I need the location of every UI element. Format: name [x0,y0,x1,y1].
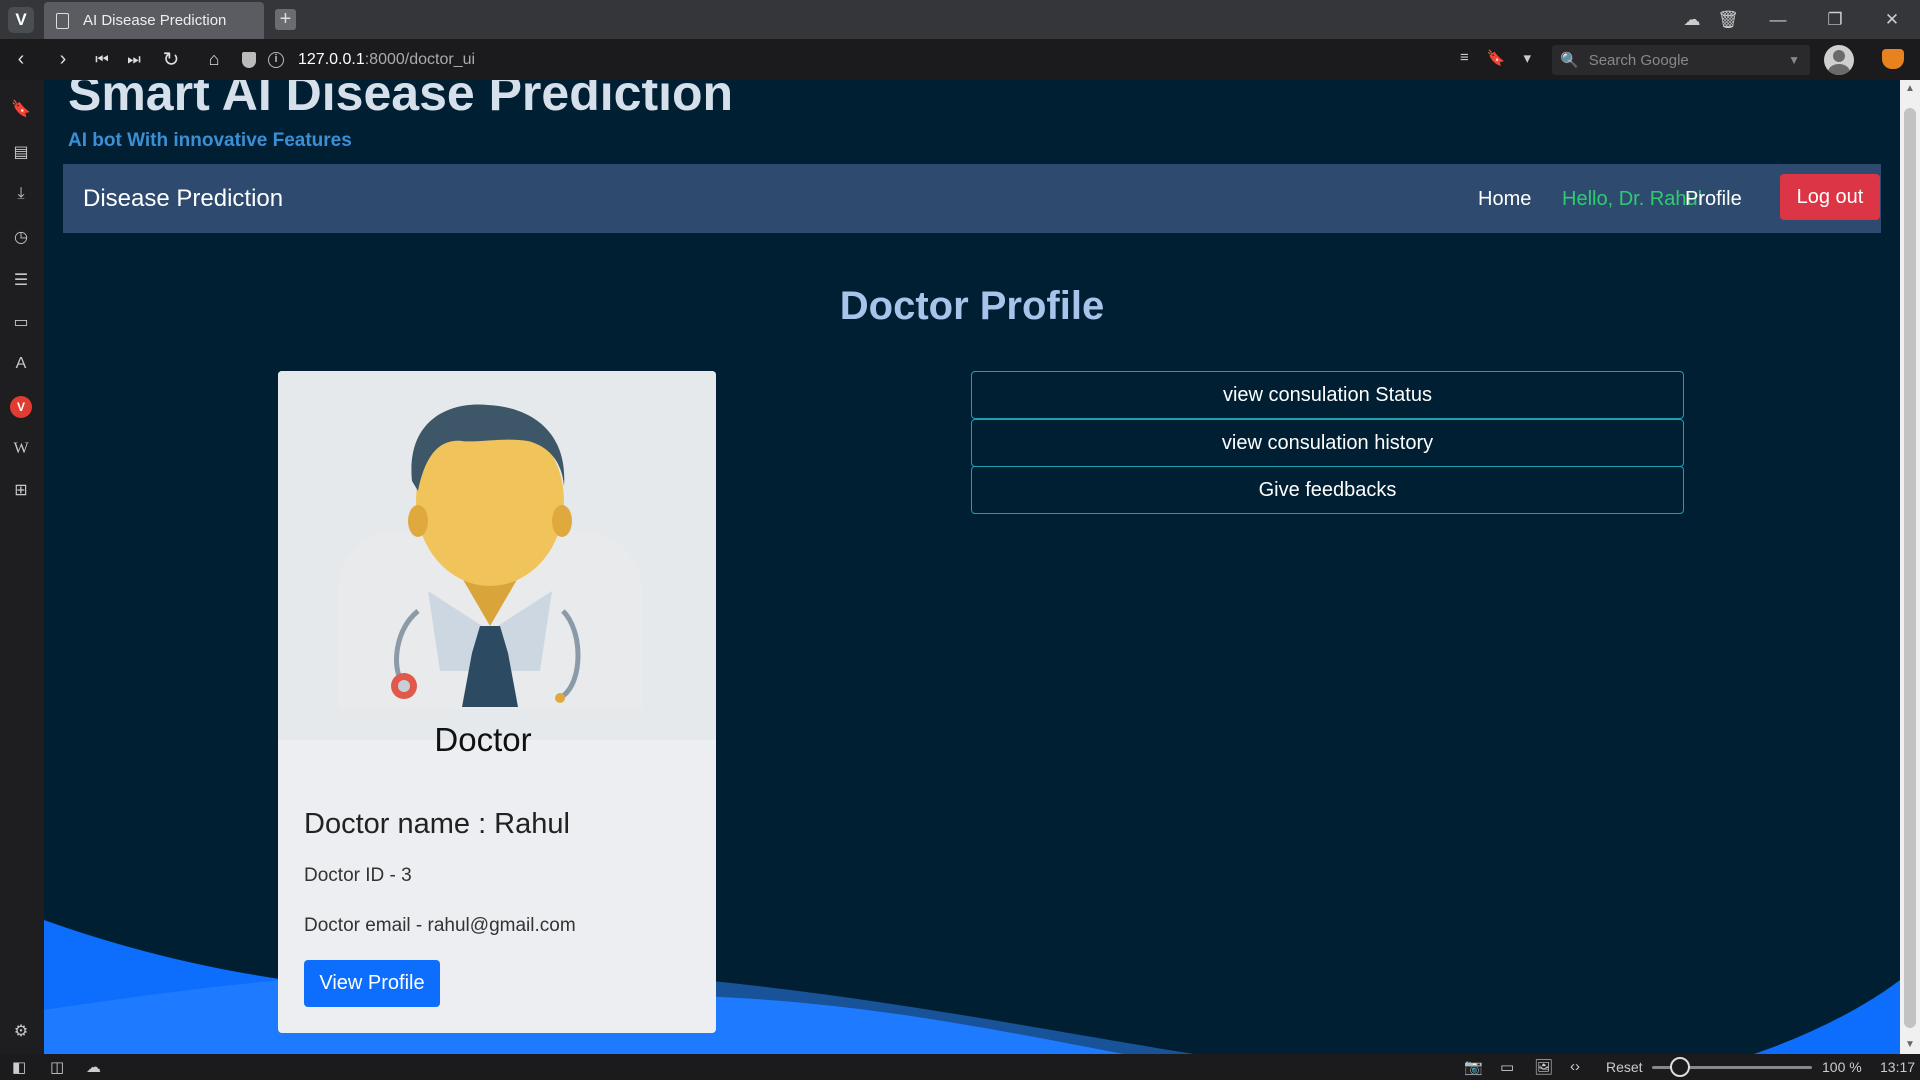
wikipedia-panel-icon[interactable]: W [10,438,32,460]
downloads-icon[interactable]: ⤓ [10,183,32,205]
search-placeholder: Search Google [1588,51,1689,69]
search-field[interactable]: 🔍 Search Google ▼ [1552,45,1810,75]
url-path: :8000/doctor_ui [364,50,476,68]
doctor-name: Doctor name : Rahul [304,808,570,840]
cloud-sync-icon[interactable]: ☁ [1672,0,1712,39]
zoom-reset[interactable]: Reset [1606,1059,1643,1075]
clock: 13:17 [1880,1059,1916,1075]
page-viewport: Smart AI Disease Prediction AI bot With … [44,80,1900,1054]
vertical-scrollbar[interactable]: ▲ ▼ [1900,80,1920,1054]
side-panel: 🔖 ▤ ⤓ ◷ ☰ ▭ A V W ⊞ ⚙ [0,80,44,1054]
scroll-thumb[interactable] [1904,108,1916,1028]
bookmark-icon[interactable]: 🔖 [1487,49,1506,67]
page-actions-icon[interactable]: ‹› [1570,1058,1580,1075]
home-icon[interactable]: ⌂ [196,39,232,80]
doctor-image [278,371,716,740]
site-title: Smart AI Disease Prediction [68,80,734,121]
sync-cloud-icon[interactable]: ☁ [86,1058,101,1076]
url-field[interactable]: i 127.0.0.1:8000/doctor_ui [242,44,1542,75]
search-icon: 🔍 [1560,52,1579,69]
nav-greeting[interactable]: Hello, Dr. Rahul [1562,188,1702,211]
capture-camera-icon[interactable]: 📷 [1464,1058,1483,1076]
nav-home[interactable]: Home [1478,188,1531,211]
profile-avatar-icon[interactable] [1824,45,1854,75]
doctor-card: Doctor Doctor name : Rahul Doctor ID - 3… [278,371,716,1033]
forward-icon[interactable]: › [45,39,81,80]
vivaldi-web-panel-icon[interactable]: V [10,396,32,418]
browser-tab-bar: V AI Disease Prediction + ☁ 🗑 — ❐ ✕ [0,0,1920,39]
navbar-brand[interactable]: Disease Prediction [83,185,283,213]
site-info-icon[interactable]: i [268,51,284,68]
give-feedbacks-button[interactable]: Give feedbacks [971,466,1684,514]
window-panel-icon[interactable]: ▭ [10,311,32,333]
notes-icon[interactable]: ☰ [10,269,32,291]
doctor-avatar-icon [338,404,642,709]
reload-icon[interactable]: ↻ [153,39,189,80]
site-subtitle: AI bot With innovative Features [68,130,352,151]
add-panel-icon[interactable]: ⊞ [10,479,32,501]
panel-toggle-icon[interactable]: ◧ [12,1058,26,1076]
images-toggle-icon[interactable]: 🖼 [1534,1058,1553,1076]
new-tab-button[interactable]: + [275,9,296,30]
view-consultation-status-button[interactable]: view consulation Status [971,371,1684,419]
settings-gear-icon[interactable]: ⚙ [10,1020,32,1042]
view-consultation-history-button[interactable]: view consulation history [971,419,1684,467]
address-bar: ‹ › ⏮ ⏭ ↻ ⌂ i 127.0.0.1:8000/doctor_ui ≡… [0,39,1920,80]
status-bar: ◧ ◫ ☁ 📷 ▭ 🖼 ‹› Reset 100 % 13:17 [0,1054,1920,1080]
browser-tab[interactable]: AI Disease Prediction [44,2,264,39]
trash-icon[interactable]: 🗑 [1708,0,1748,39]
reading-list-icon[interactable]: ▤ [10,141,32,163]
fast-forward-icon[interactable]: ⏭ [116,39,152,80]
site-navbar: Disease Prediction Home Hello, Dr. Rahul… [63,164,1881,233]
address-actions: ≡ 🔖 ▾ [1460,49,1531,67]
restore-icon[interactable]: ❐ [1815,0,1855,39]
tab-title: AI Disease Prediction [83,12,227,29]
view-profile-button[interactable]: View Profile [304,960,440,1007]
back-icon[interactable]: ‹ [3,39,39,80]
shield-icon [242,51,256,68]
page-tiling-icon[interactable]: ▭ [1500,1058,1514,1076]
reader-view-icon[interactable]: ≡ [1460,49,1469,67]
nav-profile[interactable]: Profile [1685,188,1742,211]
bookmarks-panel-icon[interactable]: 🔖 [10,98,32,120]
logout-button[interactable]: Log out [1780,174,1880,220]
zoom-slider-handle[interactable] [1670,1057,1690,1077]
rewind-icon[interactable]: ⏮ [84,39,120,80]
history-icon[interactable]: ◷ [10,226,32,248]
minimize-icon[interactable]: — [1758,0,1798,39]
page-title: Doctor Profile [839,284,1105,328]
url-host: 127.0.0.1 [298,50,365,68]
search-engine-dropdown-icon[interactable]: ▼ [1788,53,1800,67]
scroll-up-icon[interactable]: ▲ [1900,80,1920,98]
scroll-down-icon[interactable]: ▼ [1900,1036,1920,1054]
bookmark-dropdown-icon[interactable]: ▾ [1523,49,1531,67]
doctor-id: Doctor ID - 3 [304,865,412,886]
zoom-level: 100 % [1822,1059,1862,1075]
extension-fox-icon[interactable] [1882,49,1904,69]
translate-icon[interactable]: A [10,353,32,375]
document-icon [56,12,69,29]
doctor-email: Doctor email - rahul@gmail.com [304,915,576,936]
doctor-image-label: Doctor [434,721,532,758]
vivaldi-menu-icon[interactable]: V [8,7,34,33]
close-window-icon[interactable]: ✕ [1872,0,1912,39]
tile-tabs-icon[interactable]: ◫ [50,1058,64,1076]
